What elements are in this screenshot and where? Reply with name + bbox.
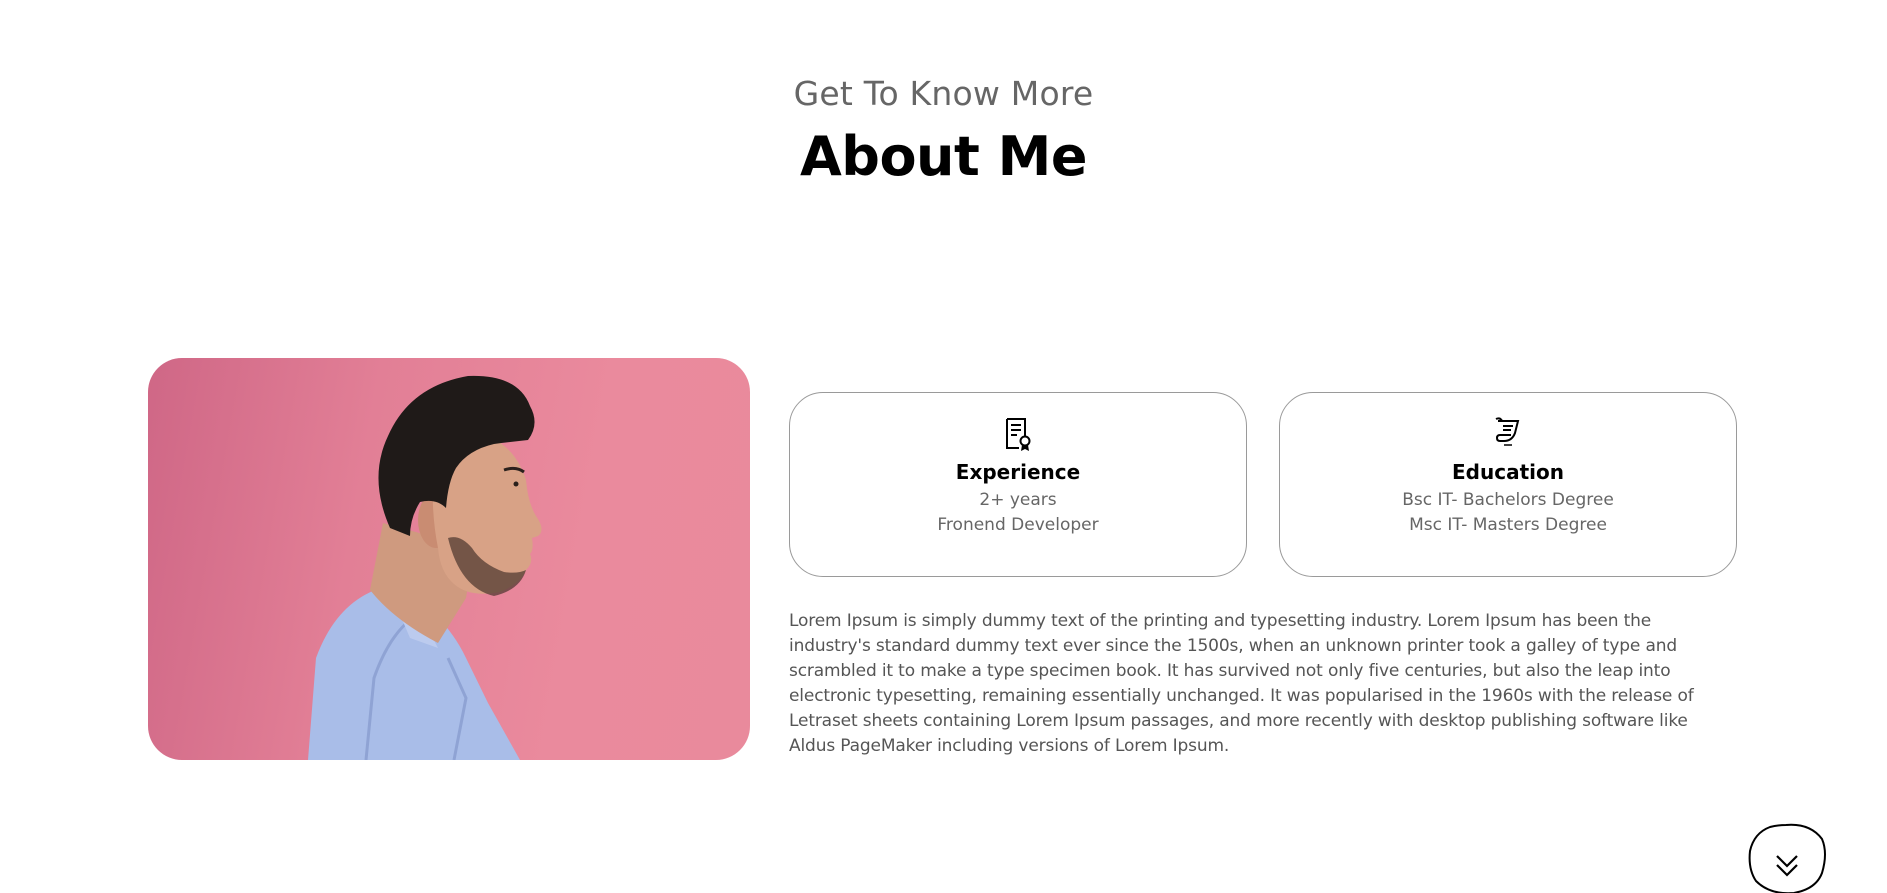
education-bachelors: Bsc IT- Bachelors Degree [1402,490,1614,510]
profile-photo [148,358,750,760]
section-title: About Me [800,125,1087,188]
chevron-double-down-icon [1748,823,1826,893]
graduation-scroll-icon [1280,417,1736,451]
bio-text: Lorem Ipsum is simply dummy text of the … [789,611,1694,756]
education-title: Education [1452,460,1564,484]
experience-title: Experience [955,460,1081,484]
experience-years: 2+ years [979,490,1057,510]
education-masters: Msc IT- Masters Degree [1409,515,1607,535]
education-card: Education Bsc IT- Bachelors Degree Msc I… [1279,392,1737,577]
about-section: Get To Know More About Me Experience 2+ … [0,0,1887,893]
experience-card: Experience 2+ years Fronend Developer [789,392,1247,577]
section-subtitle: Get To Know More [793,74,1094,113]
scroll-down-button[interactable] [1746,823,1828,893]
experience-role: Fronend Developer [937,515,1099,535]
certificate-icon [790,417,1246,451]
